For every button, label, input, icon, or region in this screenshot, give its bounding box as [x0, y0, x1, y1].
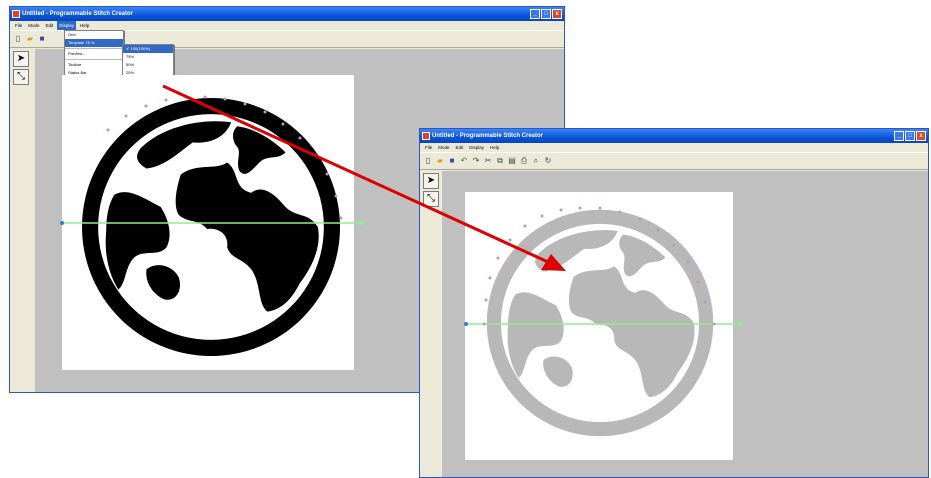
callout-arrow: [162, 84, 566, 271]
